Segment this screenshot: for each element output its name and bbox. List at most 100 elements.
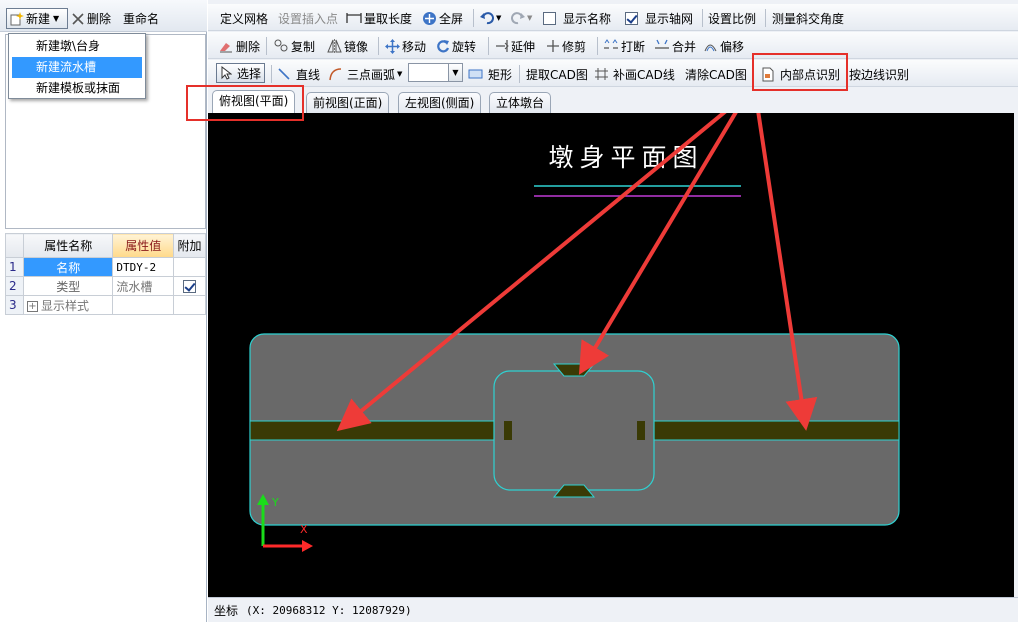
inner-point-identify-button[interactable]: 内部点识别 bbox=[761, 65, 840, 83]
extract-cad-label: 提取CAD图 bbox=[526, 67, 588, 82]
inner-chamber[interactable] bbox=[493, 370, 655, 491]
add-cad-line-button[interactable]: 补画CAD线 bbox=[594, 65, 675, 83]
cad-delete-button[interactable]: 删除 bbox=[218, 37, 260, 55]
show-axis-checkbox[interactable] bbox=[625, 11, 638, 25]
row-number: 2 bbox=[5, 276, 24, 296]
merge-button[interactable]: 合并 bbox=[654, 37, 696, 55]
toolbar-row-1: 定义网格 设置插入点 量取长度 全屏 ▼ ▼ 显示名称 显示轴网 设置比例 测量… bbox=[208, 4, 1018, 31]
coords-value: (X: 20968312 Y: 12087929) bbox=[246, 603, 412, 617]
undo-button[interactable]: ▼ bbox=[480, 9, 501, 27]
redo-button[interactable]: ▼ bbox=[511, 9, 532, 27]
offset-icon bbox=[703, 39, 718, 53]
break-button[interactable]: 打断 bbox=[603, 37, 645, 55]
set-scale-button[interactable]: 设置比例 bbox=[708, 9, 756, 27]
rectangle-label: 矩形 bbox=[488, 67, 513, 82]
table-row[interactable]: 3 + 显示样式 bbox=[5, 295, 206, 315]
move-icon bbox=[385, 38, 400, 54]
new-button[interactable]: 新建 ▼ bbox=[6, 8, 68, 29]
show-axis-toggle[interactable]: 显示轴网 bbox=[625, 9, 693, 27]
show-name-checkbox[interactable] bbox=[543, 11, 556, 25]
delete-label: 删除 bbox=[87, 12, 112, 26]
groove-gap-right bbox=[637, 421, 645, 440]
coords-label: 坐标 bbox=[214, 603, 239, 618]
set-scale-label: 设置比例 bbox=[708, 11, 757, 26]
move-button[interactable]: 移动 bbox=[385, 37, 426, 55]
tab-top-view[interactable]: 俯视图(平面) bbox=[212, 90, 296, 113]
break-label: 打断 bbox=[621, 39, 646, 54]
display-style-label: 显示样式 bbox=[41, 298, 90, 313]
define-grid-button[interactable]: 定义网格 bbox=[220, 9, 268, 27]
x-axis-label: X bbox=[300, 523, 308, 536]
mirror-button[interactable]: 镜像 bbox=[327, 37, 368, 55]
arc-3point-button[interactable]: 三点画弧 ▼ bbox=[328, 65, 402, 83]
fullscreen-button[interactable]: 全屏 bbox=[422, 9, 463, 27]
offset-button[interactable]: 偏移 bbox=[703, 37, 744, 55]
extract-cad-button[interactable]: 提取CAD图 bbox=[526, 65, 588, 83]
tab-left-view[interactable]: 左视图(侧面) bbox=[398, 92, 482, 113]
clear-cad-label: 清除CAD图 bbox=[685, 67, 747, 82]
define-grid-label: 定义网格 bbox=[220, 11, 269, 26]
property-value-cell[interactable] bbox=[112, 295, 174, 315]
rotate-label: 旋转 bbox=[452, 39, 477, 54]
merge-icon bbox=[654, 39, 670, 53]
left-groove[interactable] bbox=[249, 420, 513, 441]
extend-button[interactable]: 延伸 bbox=[495, 37, 535, 55]
table-row[interactable]: 2 类型 流水槽 bbox=[5, 276, 206, 296]
property-value-cell[interactable]: DTDY-2 bbox=[112, 257, 174, 277]
new-dropdown-menu: 新建墩\台身 新建流水槽 新建模板或抹面 bbox=[8, 33, 146, 99]
property-value-cell[interactable]: 流水槽 bbox=[112, 276, 174, 296]
line-button[interactable]: 直线 bbox=[277, 65, 320, 83]
property-name-cell[interactable]: 类型 bbox=[22, 276, 114, 296]
offset-label: 偏移 bbox=[720, 39, 745, 54]
show-name-toggle[interactable]: 显示名称 bbox=[543, 9, 611, 27]
measure-angle-button[interactable]: 测量斜交角度 bbox=[772, 9, 844, 27]
left-panel: 新建 ▼ 删除 重命名 新建墩\台身 新建流水槽 新建模板或抹面 属性名称 属性… bbox=[0, 0, 207, 622]
edge-line-identify-button[interactable]: 按边线识别 bbox=[849, 65, 909, 83]
separator bbox=[473, 9, 474, 27]
drawing-canvas[interactable]: 墩身平面图 Y X bbox=[208, 113, 1014, 597]
arc-3point-label: 三点画弧 bbox=[347, 67, 396, 82]
menu-item-new-formwork[interactable]: 新建模板或抹面 bbox=[12, 78, 142, 99]
separator bbox=[753, 65, 754, 83]
tab-3d-pier[interactable]: 立体墩台 bbox=[489, 92, 552, 113]
trim-icon bbox=[546, 39, 560, 53]
mirror-icon bbox=[327, 39, 342, 53]
cad-line-icon bbox=[594, 67, 609, 81]
select-button[interactable]: 选择 bbox=[216, 63, 266, 83]
rename-button[interactable]: 重命名 bbox=[123, 10, 159, 27]
property-name-cell[interactable]: + 显示样式 bbox=[22, 295, 114, 315]
rectangle-button[interactable]: 矩形 bbox=[468, 65, 512, 83]
line-style-combo[interactable]: ▼ bbox=[408, 63, 463, 82]
line-icon bbox=[277, 67, 291, 81]
extra-checkbox[interactable] bbox=[183, 280, 196, 293]
separator bbox=[765, 9, 766, 27]
combo-dropdown-arrow-icon[interactable]: ▼ bbox=[448, 64, 462, 81]
right-groove[interactable] bbox=[636, 420, 900, 441]
close-icon bbox=[72, 12, 84, 25]
separator bbox=[702, 9, 703, 27]
measure-length-label: 量取长度 bbox=[364, 11, 413, 26]
rotate-button[interactable]: 旋转 bbox=[436, 37, 476, 55]
measure-length-button[interactable]: 量取长度 bbox=[346, 9, 412, 27]
separator bbox=[266, 37, 267, 55]
property-name-cell[interactable]: 名称 bbox=[22, 257, 114, 277]
tab-front-view[interactable]: 前视图(正面) bbox=[306, 92, 390, 113]
move-label: 移动 bbox=[402, 39, 427, 54]
copy-button[interactable]: 复制 bbox=[274, 37, 315, 55]
menu-item-new-flume[interactable]: 新建流水槽 bbox=[12, 57, 142, 78]
table-row[interactable]: 1 名称 DTDY-2 bbox=[5, 257, 206, 277]
trim-button[interactable]: 修剪 bbox=[546, 37, 586, 55]
show-name-label: 显示名称 bbox=[563, 11, 612, 26]
clear-cad-button[interactable]: 清除CAD图 bbox=[685, 65, 747, 83]
view-tabs: 俯视图(平面) 前视图(正面) 左视图(侧面) 立体墩台 bbox=[208, 88, 1018, 113]
expand-plus-icon[interactable]: + bbox=[27, 300, 38, 312]
select-label: 选择 bbox=[237, 66, 262, 81]
menu-item-new-pier-body[interactable]: 新建墩\台身 bbox=[12, 36, 142, 57]
row-number: 3 bbox=[5, 295, 24, 315]
delete-button[interactable]: 删除 bbox=[72, 10, 111, 27]
measure-angle-label: 测量斜交角度 bbox=[772, 11, 845, 26]
chevron-down-icon: ▼ bbox=[397, 70, 403, 78]
new-item-icon bbox=[10, 11, 24, 26]
zoom-extents-icon bbox=[422, 11, 437, 26]
set-insert-point-button[interactable]: 设置插入点 bbox=[278, 9, 338, 27]
